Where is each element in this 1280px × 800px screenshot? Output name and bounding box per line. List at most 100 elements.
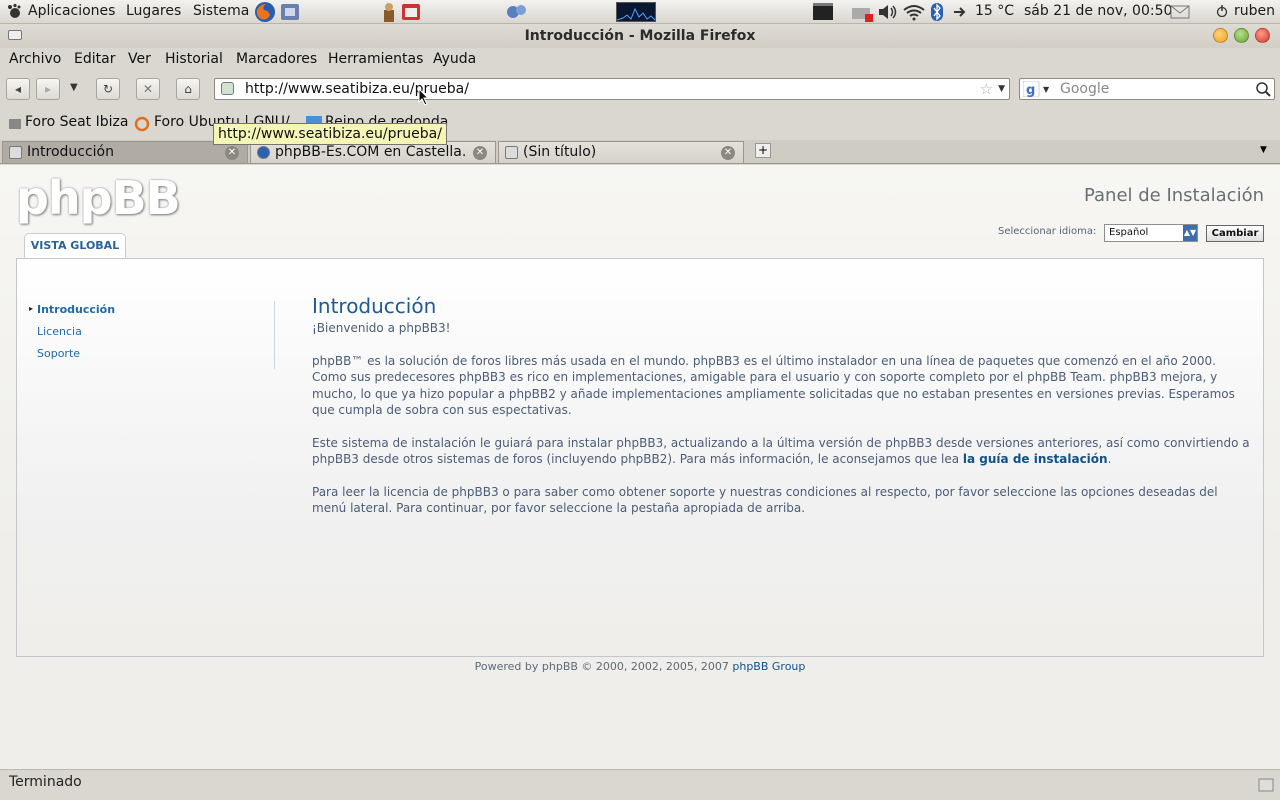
- bookmarks-toolbar: Foro Seat Ibiza Foro Ubuntu | GNU/ Reino…: [0, 110, 1280, 136]
- search-bar[interactable]: g ▼ Google: [1019, 78, 1275, 100]
- user-name[interactable]: ruben: [1234, 3, 1275, 19]
- phpbb-logo[interactable]: phpBB: [16, 171, 181, 225]
- home-icon: ⌂: [184, 82, 192, 96]
- side-item-introduccion[interactable]: Introducción: [37, 303, 115, 316]
- power-icon[interactable]: [952, 3, 970, 25]
- tab-vista-global[interactable]: VISTA GLOBAL: [24, 233, 126, 259]
- menu-archivo[interactable]: Archivo: [9, 51, 61, 67]
- close-button[interactable]: [1255, 28, 1270, 43]
- tab-sin-titulo[interactable]: (Sin título) ✕: [498, 141, 744, 163]
- language-label: Seleccionar idioma:: [998, 226, 1097, 237]
- tab-favicon-icon: [505, 146, 518, 159]
- status-bar: Terminado: [0, 769, 1280, 800]
- menu-ver[interactable]: Ver: [128, 51, 151, 67]
- tab-label: phpBB-Es.COM en Castella...: [275, 144, 465, 160]
- menu-editar[interactable]: Editar: [74, 51, 115, 67]
- mail-launcher-icon[interactable]: [280, 2, 300, 26]
- search-placeholder[interactable]: Google: [1060, 81, 1109, 97]
- pidgin-icon[interactable]: [506, 2, 528, 26]
- minimize-button[interactable]: [1213, 28, 1228, 43]
- back-arrow-icon: ◂: [14, 82, 22, 96]
- footer: Powered by phpBB © 2000, 2002, 2005, 200…: [0, 660, 1280, 673]
- side-menu: ▸ Introducción Licencia Soporte: [29, 301, 275, 369]
- window-titlebar[interactable]: Introducción - Mozilla Firefox: [0, 24, 1280, 48]
- menu-herramientas[interactable]: Herramientas: [328, 51, 423, 67]
- bookmark-folder-icon: [8, 117, 22, 135]
- menubar: Archivo Editar Ver Historial Marcadores …: [0, 48, 1280, 72]
- navigation-toolbar: ◂ ▸ ▼ ↻ ✕ ⌂ http://www.seatibiza.eu/prue…: [0, 73, 1280, 107]
- menu-historial[interactable]: Historial: [165, 51, 223, 67]
- url-bar[interactable]: http://www.seatibiza.eu/prueba/ ☆ ▼: [214, 78, 1010, 100]
- mail-envelope-icon[interactable]: [1170, 4, 1190, 24]
- tab-close-icon[interactable]: ✕: [721, 146, 735, 160]
- install-guide-link[interactable]: la guía de instalación: [963, 452, 1108, 466]
- history-dropdown-icon[interactable]: ▼: [70, 82, 78, 93]
- tab-bar: Introducción ✕ phpBB-Es.COM en Castella.…: [0, 140, 1280, 164]
- mouse-cursor-icon: [418, 87, 430, 110]
- clock[interactable]: sáb 21 de nov, 00:50: [1024, 3, 1172, 19]
- bluetooth-icon[interactable]: [930, 3, 944, 25]
- select-arrow-icon: ▲▼: [1183, 225, 1197, 241]
- install-paragraph: Este sistema de instalación le guiará pa…: [312, 435, 1252, 468]
- forward-button[interactable]: ▸: [36, 78, 60, 100]
- current-arrow-icon: ▸: [29, 304, 34, 313]
- tab-close-icon[interactable]: ✕: [473, 146, 487, 160]
- install-text-end: .: [1107, 452, 1112, 466]
- svg-text:g: g: [1026, 83, 1035, 97]
- change-language-button[interactable]: Cambiar: [1206, 225, 1264, 242]
- side-item-licencia[interactable]: Licencia: [37, 325, 82, 338]
- language-selected: Español: [1109, 227, 1149, 238]
- phpbb-group-link[interactable]: phpBB Group: [732, 660, 805, 673]
- window-title: Introducción - Mozilla Firefox: [524, 28, 756, 44]
- top-panel: Aplicaciones Lugares Sistema 15 °C sáb 2…: [0, 0, 1280, 24]
- bookmark-star-icon[interactable]: ☆: [980, 80, 993, 98]
- volume-icon[interactable]: [877, 3, 899, 25]
- home-button[interactable]: ⌂: [176, 78, 200, 100]
- new-tab-button[interactable]: +: [755, 143, 771, 158]
- site-favicon-icon: [221, 82, 234, 95]
- menu-ayuda[interactable]: Ayuda: [433, 51, 476, 67]
- welcome-text: ¡Bienvenido a phpBB3!: [312, 321, 451, 335]
- license-paragraph: Para leer la licencia de phpBB3 o para s…: [312, 484, 1218, 516]
- tab-close-icon[interactable]: ✕: [225, 146, 239, 160]
- gnome-foot-icon[interactable]: [6, 3, 22, 23]
- footer-text: Powered by phpBB © 2000, 2002, 2005, 200…: [474, 660, 733, 673]
- system-menu[interactable]: Sistema: [193, 3, 249, 19]
- forward-arrow-icon: ▸: [44, 82, 52, 96]
- page-heading: Introducción: [312, 294, 437, 318]
- panel-title: Panel de Instalación: [1083, 185, 1264, 206]
- user-power-icon[interactable]: [1216, 5, 1228, 21]
- language-select[interactable]: Español ▲▼: [1104, 224, 1198, 242]
- status-text: Terminado: [9, 774, 82, 790]
- tab-favicon-icon: [9, 146, 22, 159]
- maximize-button[interactable]: [1234, 28, 1249, 43]
- wifi-icon[interactable]: [902, 3, 926, 25]
- ubuntu-bookmark-icon: [134, 116, 150, 136]
- weather-temperature[interactable]: 15 °C: [975, 3, 1014, 19]
- places-menu[interactable]: Lugares: [126, 3, 181, 19]
- stop-button[interactable]: ✕: [136, 78, 160, 100]
- url-tooltip: http://www.seatibiza.eu/prueba/: [213, 123, 447, 145]
- bookmark-foro-seat-ibiza[interactable]: Foro Seat Ibiza: [25, 114, 128, 130]
- tab-label: (Sin título): [523, 144, 597, 160]
- applications-menu[interactable]: Aplicaciones: [28, 3, 115, 19]
- search-magnifier-icon[interactable]: [1255, 81, 1271, 101]
- tab-list-dropdown-icon[interactable]: ▼: [1260, 145, 1267, 155]
- system-monitor-applet[interactable]: [616, 2, 656, 22]
- reload-button[interactable]: ↻: [96, 78, 120, 100]
- terminal-icon[interactable]: [812, 2, 834, 26]
- page-content: phpBB Panel de Instalación Seleccionar i…: [0, 165, 1280, 769]
- reload-icon: ↻: [102, 82, 114, 96]
- tab-introduccion[interactable]: Introducción ✕: [2, 141, 248, 163]
- side-item-soporte[interactable]: Soporte: [37, 347, 80, 360]
- url-text[interactable]: http://www.seatibiza.eu/prueba/: [245, 81, 469, 97]
- url-dropdown-icon[interactable]: ▼: [998, 84, 1005, 94]
- menu-marcadores[interactable]: Marcadores: [236, 51, 317, 67]
- stop-icon: ✕: [142, 82, 154, 96]
- tab-label: Introducción: [27, 144, 114, 160]
- status-addon-icon[interactable]: [1258, 776, 1274, 796]
- google-engine-icon[interactable]: g ▼: [1022, 80, 1051, 101]
- install-panel: ▸ Introducción Licencia Soporte Introduc…: [16, 258, 1264, 657]
- main-content: Introducción ¡Bienvenido a phpBB3! phpBB…: [312, 294, 1252, 533]
- back-button[interactable]: ◂: [6, 78, 30, 100]
